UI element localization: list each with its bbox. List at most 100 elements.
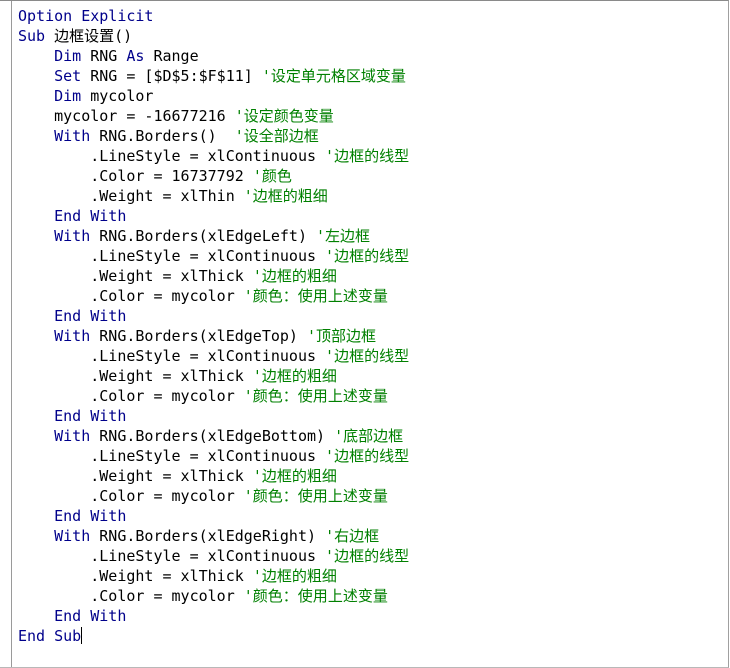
code-line[interactable]: With RNG.Borders(xlEdgeBottom) '底部边框 <box>18 426 728 446</box>
comment-token: '边框的粗细 <box>252 267 337 285</box>
keyword-token: End With <box>54 207 127 225</box>
code-line[interactable]: .Weight = xlThick '边框的粗细 <box>18 466 728 486</box>
code-line[interactable]: .Weight = xlThick '边框的粗细 <box>18 266 728 286</box>
code-line[interactable]: .LineStyle = xlContinuous '边框的线型 <box>18 246 728 266</box>
comment-token: '边框的线型 <box>325 447 410 465</box>
code-line[interactable]: Dim mycolor <box>18 86 728 106</box>
code-token: .Color = mycolor <box>18 287 244 305</box>
code-line[interactable]: .Weight = xlThick '边框的粗细 <box>18 366 728 386</box>
code-line[interactable]: .Color = 16737792 '颜色 <box>18 166 728 186</box>
code-line[interactable]: With RNG.Borders(xlEdgeLeft) '左边框 <box>18 226 728 246</box>
comment-token: '右边框 <box>325 527 380 545</box>
code-token: RNG <box>90 47 127 65</box>
comment-token: '边框的线型 <box>325 247 410 265</box>
code-token: .LineStyle = xlContinuous <box>18 447 326 465</box>
code-token: .Color = mycolor <box>18 387 244 405</box>
comment-token: '边框的粗细 <box>243 187 328 205</box>
code-line[interactable]: .LineStyle = xlContinuous '边框的线型 <box>18 146 728 166</box>
comment-token: '颜色：使用上述变量 <box>243 387 388 405</box>
code-token: .Weight = xlThick <box>18 367 253 385</box>
comment-token: '边框的粗细 <box>252 367 337 385</box>
code-line[interactable]: .LineStyle = xlContinuous '边框的线型 <box>18 446 728 466</box>
code-line[interactable]: Option Explicit <box>18 6 728 26</box>
code-token: .Color = mycolor <box>18 487 244 505</box>
text-cursor <box>81 627 83 644</box>
code-line[interactable]: End With <box>18 406 728 426</box>
code-line[interactable]: With RNG.Borders(xlEdgeRight) '右边框 <box>18 526 728 546</box>
code-line[interactable]: .Weight = xlThick '边框的粗细 <box>18 566 728 586</box>
code-token: .Weight = xlThin <box>18 187 244 205</box>
keyword-token: With <box>54 527 100 545</box>
code-line[interactable]: mycolor = -16677216 '设定颜色变量 <box>18 106 728 126</box>
code-line[interactable]: .Color = mycolor '颜色：使用上述变量 <box>18 486 728 506</box>
code-line[interactable]: .Color = mycolor '颜色：使用上述变量 <box>18 586 728 606</box>
code-line[interactable]: End With <box>18 306 728 326</box>
keyword-token: Set <box>54 67 91 85</box>
comment-token: '底部边框 <box>334 427 404 445</box>
comment-token: '设定颜色变量 <box>234 107 334 125</box>
keyword-token: As <box>126 47 154 65</box>
code-token: RNG.Borders(xlEdgeLeft) <box>99 227 317 245</box>
comment-token: '左边框 <box>316 227 371 245</box>
code-token: RNG.Borders(xlEdgeBottom) <box>99 427 335 445</box>
keyword-token: End With <box>54 607 127 625</box>
code-line[interactable]: .Weight = xlThin '边框的粗细 <box>18 186 728 206</box>
keyword-token: With <box>54 327 100 345</box>
code-token: .Color = mycolor <box>18 587 244 605</box>
comment-token: '颜色：使用上述变量 <box>243 587 388 605</box>
code-token: mycolor = -16677216 <box>18 107 235 125</box>
code-line[interactable]: Sub 边框设置() <box>18 26 728 46</box>
code-line[interactable]: With RNG.Borders(xlEdgeTop) '顶部边框 <box>18 326 728 346</box>
keyword-token: With <box>54 127 100 145</box>
keyword-token: End With <box>54 507 127 525</box>
comment-token: '颜色：使用上述变量 <box>243 287 388 305</box>
code-token: RNG.Borders(xlEdgeTop) <box>99 327 307 345</box>
code-token: .LineStyle = xlContinuous <box>18 347 326 365</box>
comment-token: '颜色 <box>252 167 292 185</box>
keyword-token: End With <box>54 307 127 325</box>
code-line[interactable]: End Sub <box>18 626 728 646</box>
code-token: .LineStyle = xlContinuous <box>18 247 326 265</box>
code-token: .LineStyle = xlContinuous <box>18 547 326 565</box>
keyword-token: Option Explicit <box>18 7 154 25</box>
code-token: .Weight = xlThick <box>18 567 253 585</box>
code-token: RNG.Borders(xlEdgeRight) <box>99 527 326 545</box>
code-line[interactable]: .Color = mycolor '颜色：使用上述变量 <box>18 286 728 306</box>
code-line[interactable]: .Color = mycolor '颜色：使用上述变量 <box>18 386 728 406</box>
code-token: RNG = [$D$5:$F$11] <box>90 67 262 85</box>
comment-token: '边框的线型 <box>325 147 410 165</box>
keyword-token: With <box>54 227 100 245</box>
keyword-token: End With <box>54 407 127 425</box>
code-line[interactable]: End With <box>18 206 728 226</box>
code-line[interactable]: End With <box>18 606 728 626</box>
keyword-token: Dim <box>54 47 91 65</box>
code-token: mycolor <box>90 87 154 105</box>
comment-token: '颜色：使用上述变量 <box>243 487 388 505</box>
code-line[interactable]: Set RNG = [$D$5:$F$11] '设定单元格区域变量 <box>18 66 728 86</box>
code-editor[interactable]: Option Explicit Sub 边框设置() Dim RNG As Ran… <box>18 6 728 667</box>
code-line[interactable]: .LineStyle = xlContinuous '边框的线型 <box>18 346 728 366</box>
code-line[interactable]: Dim RNG As Range <box>18 46 728 66</box>
code-token: .Weight = xlThick <box>18 267 253 285</box>
comment-token: '边框的粗细 <box>252 567 337 585</box>
margin-indicator-bar[interactable] <box>0 1 12 667</box>
keyword-token: Dim <box>54 87 91 105</box>
keyword-token: With <box>54 427 100 445</box>
code-token: .LineStyle = xlContinuous <box>18 147 326 165</box>
code-line[interactable]: End With <box>18 506 728 526</box>
code-token: Range <box>153 47 199 65</box>
code-line[interactable]: With RNG.Borders() '设全部边框 <box>18 126 728 146</box>
code-line[interactable]: .LineStyle = xlContinuous '边框的线型 <box>18 546 728 566</box>
code-window[interactable]: Option Explicit Sub 边框设置() Dim RNG As Ran… <box>0 0 729 668</box>
keyword-token: Sub <box>18 27 55 45</box>
